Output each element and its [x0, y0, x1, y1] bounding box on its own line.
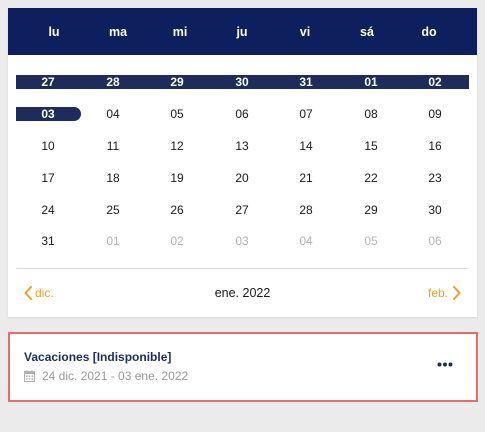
day-cell[interactable]: 30 — [222, 74, 262, 90]
event-dates-text: 24 dic. 2021 - 03 ene. 2022 — [42, 369, 189, 383]
weekday-sun: do — [421, 24, 437, 39]
next-month-button[interactable]: feb. — [428, 284, 461, 302]
divider — [16, 268, 469, 269]
calendar-icon — [24, 370, 35, 382]
day-cell[interactable]: 17 — [28, 170, 68, 186]
calendar-card: lu ma mi ju vi sá do 27 28 29 30 31 01 0… — [8, 8, 477, 317]
day-cell[interactable]: 22 — [351, 170, 391, 186]
day-cell[interactable]: 12 — [157, 138, 197, 154]
day-cell-next-month[interactable]: 02 — [157, 233, 197, 249]
day-cell[interactable]: 13 — [222, 138, 262, 154]
day-cell[interactable]: 26 — [157, 202, 197, 218]
day-cell[interactable]: 14 — [286, 138, 326, 154]
day-cell[interactable]: 02 — [415, 74, 455, 90]
day-cell[interactable]: 30 — [415, 202, 455, 218]
day-cell-next-month[interactable]: 04 — [286, 233, 326, 249]
day-cell[interactable]: 16 — [415, 138, 455, 154]
day-cell[interactable]: 08 — [351, 106, 391, 122]
event-card[interactable]: Vacaciones [Indisponible] 24 dic. 2021 -… — [8, 332, 478, 402]
more-horizontal-icon — [437, 362, 453, 367]
day-cell[interactable]: 27 — [28, 74, 68, 90]
day-cell[interactable]: 31 — [28, 233, 68, 249]
day-cell[interactable]: 31 — [286, 74, 326, 90]
day-cell[interactable]: 24 — [28, 202, 68, 218]
weekday-fri: vi — [299, 24, 311, 39]
day-cell[interactable]: 20 — [222, 170, 262, 186]
day-cell[interactable]: 19 — [157, 170, 197, 186]
day-cell[interactable]: 04 — [93, 106, 133, 122]
event-title: Vacaciones [Indisponible] — [24, 350, 172, 364]
day-cell-next-month[interactable]: 03 — [222, 233, 262, 249]
day-cell[interactable]: 01 — [351, 74, 391, 90]
day-cell[interactable]: 05 — [157, 106, 197, 122]
day-cell[interactable]: 11 — [93, 138, 133, 154]
day-cell[interactable]: 25 — [93, 202, 133, 218]
day-cell-next-month[interactable]: 05 — [351, 233, 391, 249]
day-cell[interactable]: 29 — [351, 202, 391, 218]
day-cell-next-month[interactable]: 06 — [415, 233, 455, 249]
weekday-tue: ma — [108, 24, 128, 39]
next-month-label: feb. — [427, 286, 448, 300]
day-cell[interactable]: 09 — [415, 106, 455, 122]
day-cell[interactable]: 28 — [286, 202, 326, 218]
event-date-range: 24 dic. 2021 - 03 ene. 2022 — [24, 368, 188, 384]
day-cell[interactable]: 29 — [157, 74, 197, 90]
day-cell[interactable]: 07 — [286, 106, 326, 122]
weekday-sat: sá — [360, 24, 374, 39]
day-cell-next-month[interactable]: 01 — [93, 233, 133, 249]
more-options-button[interactable] — [434, 356, 456, 372]
day-cell[interactable]: 21 — [286, 170, 326, 186]
day-cell[interactable]: 28 — [93, 74, 133, 90]
weekday-mon: lu — [48, 24, 60, 39]
day-cell[interactable]: 10 — [28, 138, 68, 154]
day-cell[interactable]: 18 — [93, 170, 133, 186]
weekday-header: lu ma mi ju vi sá do — [8, 8, 477, 55]
day-cell-today[interactable]: 03 — [28, 106, 68, 122]
current-month-label: ene. 2022 — [214, 286, 271, 300]
weekday-wed: mi — [172, 24, 188, 39]
day-cell[interactable]: 23 — [415, 170, 455, 186]
weekday-thu: ju — [236, 24, 248, 39]
day-cell[interactable]: 15 — [351, 138, 391, 154]
day-cell[interactable]: 27 — [222, 202, 262, 218]
day-cell[interactable]: 06 — [222, 106, 262, 122]
chevron-right-icon — [453, 286, 461, 300]
